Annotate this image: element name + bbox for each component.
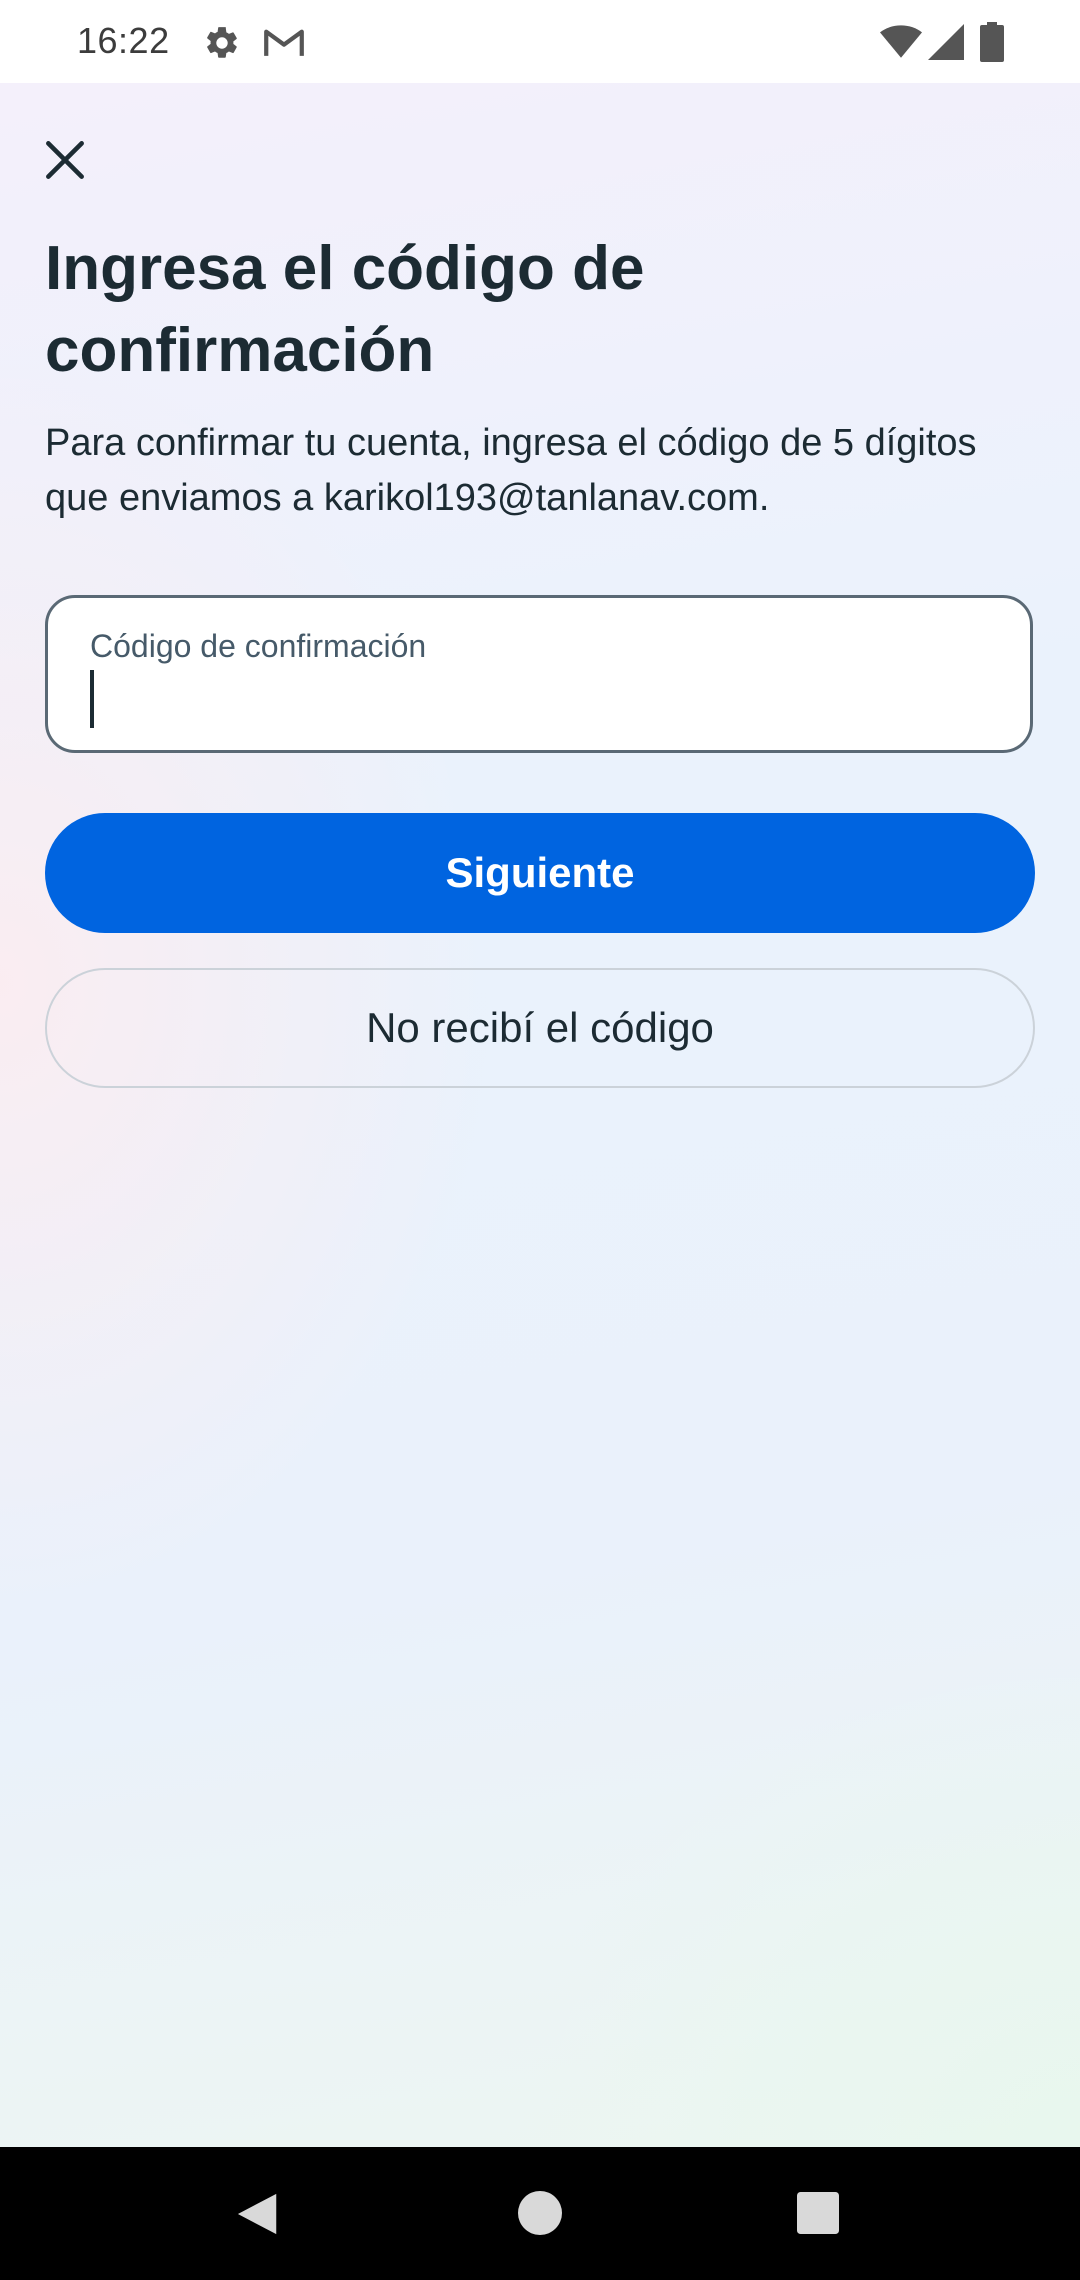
code-field-label: Código de confirmación bbox=[90, 628, 427, 664]
code-field[interactable]: Código de confirmación bbox=[45, 595, 1033, 753]
code-input[interactable] bbox=[88, 668, 988, 728]
close-icon bbox=[46, 141, 84, 179]
signal-icon bbox=[928, 24, 964, 60]
confirmation-screen: Ingresa el código de confirmación Para c… bbox=[0, 83, 1080, 2147]
status-time: 16:22 bbox=[77, 20, 170, 61]
page-subtitle: Para confirmar tu cuenta, ingresa el cód… bbox=[45, 422, 977, 519]
close-button[interactable] bbox=[30, 125, 100, 195]
status-bar: 16:22 bbox=[0, 0, 1080, 83]
navigation-bar bbox=[0, 2147, 1080, 2280]
gmail-icon bbox=[264, 29, 304, 56]
battery-icon bbox=[980, 22, 1004, 62]
text-caret bbox=[90, 670, 94, 728]
resend-code-button[interactable]: No recibí el código bbox=[45, 968, 1035, 1088]
home-icon[interactable] bbox=[518, 2191, 562, 2235]
page-title: Ingresa el código de confirmación bbox=[45, 234, 645, 385]
recents-icon[interactable] bbox=[797, 2192, 839, 2234]
next-button[interactable]: Siguiente bbox=[45, 813, 1035, 933]
back-icon[interactable] bbox=[236, 2191, 282, 2237]
wifi-icon bbox=[880, 25, 922, 58]
gear-icon bbox=[207, 27, 237, 58]
